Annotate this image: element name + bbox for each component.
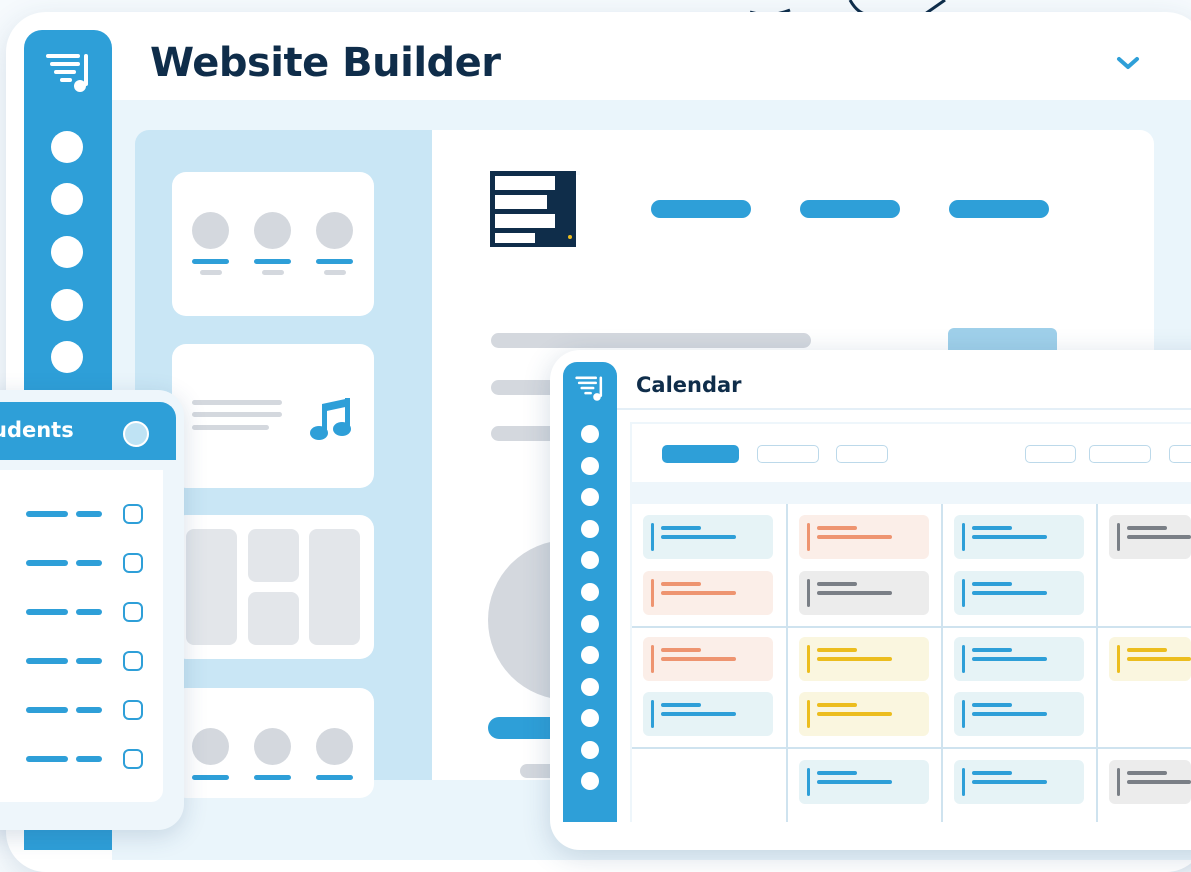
calendar-event[interactable] [954,571,1084,615]
student-checkbox[interactable] [123,602,143,622]
calendar-event[interactable] [954,692,1084,736]
sidebar-item-4[interactable] [51,289,83,321]
student-row[interactable] [0,598,163,626]
widget-team-grid[interactable] [172,172,374,316]
calendar-view-button[interactable] [757,445,819,463]
calendar-nav-button[interactable] [1025,445,1076,463]
calendar-event[interactable] [799,692,929,736]
nav-link-3[interactable] [949,200,1049,218]
student-checkbox[interactable] [123,749,143,769]
sidebar-item-5[interactable] [51,341,83,373]
calendar-event[interactable] [1109,637,1191,681]
avatar-placeholder [316,212,353,249]
divider [617,408,1191,410]
calendar-sidebar-item[interactable] [581,741,599,759]
students-status-toggle[interactable] [123,421,149,447]
avatar-placeholder [254,728,291,765]
calendar-sidebar-item[interactable] [581,457,599,475]
calendar-event[interactable] [643,515,773,559]
calendar-event[interactable] [954,760,1084,804]
calendar-event[interactable] [1109,760,1191,804]
student-row[interactable] [0,647,163,675]
sidebar-item-3[interactable] [51,236,83,268]
calendar-event[interactable] [643,692,773,736]
calendar-view-button[interactable] [836,445,888,463]
avatar-placeholder [254,212,291,249]
grid-line [632,626,1191,628]
calendar-nav-button[interactable] [1169,445,1191,463]
sidebar-item-1[interactable] [51,131,83,163]
calendar-sidebar [563,362,617,822]
calendar-sidebar-item[interactable] [581,678,599,696]
widget-team-grid-2[interactable] [172,688,374,798]
calendar-event[interactable] [799,637,929,681]
calendar-sidebar-item[interactable] [581,520,599,538]
student-checkbox[interactable] [123,504,143,524]
calendar-event[interactable] [799,760,929,804]
nav-link-1[interactable] [651,200,751,218]
student-checkbox[interactable] [123,700,143,720]
chevron-down-icon[interactable] [1115,54,1141,72]
sidebar-item-2[interactable] [51,183,83,215]
grid-line [786,504,788,822]
avatar-placeholder [192,728,229,765]
playlist-music-icon [46,54,88,92]
music-note-icon [310,398,351,440]
piano-logo-icon [490,171,580,247]
calendar-event[interactable] [799,571,929,615]
avatar-placeholder [316,728,353,765]
calendar-sidebar-item[interactable] [581,772,599,790]
avatar-placeholder [192,212,229,249]
calendar-nav-button[interactable] [1089,445,1151,463]
calendar-sidebar-item[interactable] [581,646,599,664]
calendar-event[interactable] [799,515,929,559]
students-list [0,470,163,802]
student-row[interactable] [0,745,163,773]
grid-line [632,747,1191,749]
calendar-event[interactable] [643,571,773,615]
student-checkbox[interactable] [123,651,143,671]
calendar-sidebar-item[interactable] [581,583,599,601]
nav-link-2[interactable] [800,200,900,218]
student-checkbox[interactable] [123,553,143,573]
calendar-sidebar-item[interactable] [581,709,599,727]
calendar-event[interactable] [954,515,1084,559]
student-row[interactable] [0,500,163,528]
calendar-view-button-active[interactable] [662,445,739,463]
calendar-sidebar-item[interactable] [581,615,599,633]
grid-line [1096,504,1098,822]
page-title: Website Builder [150,40,501,86]
calendar-sidebar-item[interactable] [581,488,599,506]
student-row[interactable] [0,696,163,724]
calendar-sidebar-item[interactable] [581,425,599,443]
playlist-music-icon [575,376,603,401]
widget-gallery-grid[interactable] [172,515,374,659]
students-title: udents [0,418,74,442]
calendar-sidebar-item[interactable] [581,551,599,569]
grid-line [941,504,943,822]
calendar-title: Calendar [636,373,742,397]
widget-music-text[interactable] [172,344,374,488]
calendar-event[interactable] [954,637,1084,681]
calendar-event[interactable] [1109,515,1191,559]
calendar-event[interactable] [643,637,773,681]
student-row[interactable] [0,549,163,577]
